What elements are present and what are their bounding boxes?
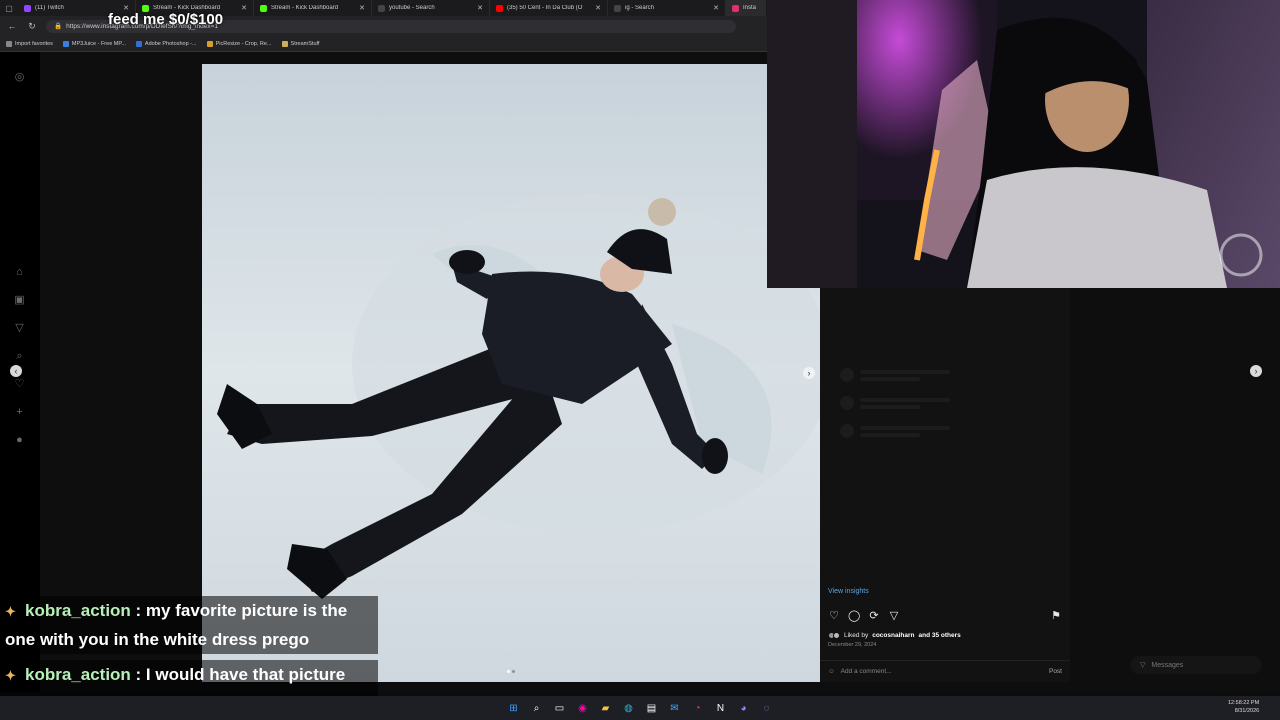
browser-tab[interactable]: ig - Search ✕ [608, 0, 726, 16]
store-icon[interactable]: ▤ [644, 700, 660, 716]
snow-angel-photo [202, 64, 820, 682]
likes-line: Liked by cocosnaiharn and 35 others [828, 632, 961, 639]
chat-username: kobra_action [25, 665, 131, 684]
comment-skeleton-avatar [840, 396, 854, 410]
window-menu-icon[interactable]: ▢ [0, 0, 18, 16]
bookmark-item[interactable]: PicResize - Crop, Re... [206, 40, 272, 47]
bookmark-icon [6, 40, 12, 47]
create-icon[interactable]: + [13, 406, 26, 419]
next-post-arrow-icon[interactable]: › [1250, 365, 1262, 377]
post-date: December 29, 2024 [828, 642, 877, 648]
comment-bar: ☺ Add a comment... Post [820, 660, 1070, 682]
send-icon: ▽ [1140, 662, 1146, 669]
kick-icon [260, 4, 267, 12]
liker-username[interactable]: cocosnaiharn [872, 632, 914, 639]
search-icon [378, 4, 385, 12]
mail-icon[interactable]: ✉ [667, 700, 683, 716]
back-icon[interactable]: ← [6, 21, 18, 31]
bookmark-item[interactable]: StreamStuff [281, 40, 319, 47]
browser-tab[interactable]: (35) 50 Cent - In Da Club (O ✕ [490, 0, 608, 16]
comment-skeleton-line [860, 405, 920, 409]
chat-message: ✦ kobra_action : my favorite picture is t… [0, 596, 378, 654]
emoji-icon[interactable]: ☺ [828, 668, 835, 675]
comment-icon[interactable]: ◯ [848, 610, 860, 622]
profile-icon[interactable]: ● [13, 434, 26, 447]
reels-icon[interactable]: ▣ [13, 294, 26, 307]
system-clock[interactable]: 12:58:22 PM 8/31/2026 [1228, 699, 1259, 715]
carousel-dot [512, 670, 515, 673]
bookmark-item[interactable]: Import favorites [6, 40, 53, 47]
app-icon[interactable]: ◌ [759, 700, 775, 716]
post-details-panel: View insights ♡ ◯ ⟳ ▽ ⚑ Liked by cocosna… [820, 288, 1070, 682]
donation-goal-overlay: feed me $0/$100 [108, 11, 224, 28]
comment-skeleton-line [860, 433, 920, 437]
bookmark-icon [206, 40, 213, 47]
comment-skeleton-avatar [840, 424, 854, 438]
notifications-icon[interactable]: ♡ [13, 378, 26, 391]
post-photo [202, 64, 820, 682]
streamer-webcam-image [767, 0, 1280, 288]
likes-count-link[interactable]: and 35 others [918, 632, 960, 639]
close-tab-icon[interactable]: ✕ [477, 4, 483, 12]
bookmark-item[interactable]: Adobe Photoshop -... [135, 40, 197, 47]
close-tab-icon[interactable]: ✕ [595, 4, 601, 12]
next-image-arrow-icon[interactable]: › [803, 367, 815, 379]
close-tab-icon[interactable]: ✕ [359, 4, 365, 12]
windows-taskbar: ⊞ ⌕ ▭ ◉ ▰ ◍ ▤ ✉ ◔ N ◕ ◌ [0, 696, 1280, 720]
youtube-icon [496, 4, 503, 12]
search-icon[interactable]: ⌕ [529, 700, 545, 716]
like-heart-icon[interactable]: ♡ [828, 610, 840, 622]
carousel-dot-active [507, 670, 510, 673]
comment-input[interactable]: Add a comment... [841, 668, 892, 675]
windows-start-icon[interactable]: ⊞ [506, 700, 522, 716]
browser-tab[interactable]: youtube - Search ✕ [372, 0, 490, 16]
previous-post-arrow-icon[interactable]: ‹ [10, 365, 22, 377]
refresh-icon[interactable]: ↻ [26, 21, 38, 32]
post-comment-button[interactable]: Post [1049, 668, 1062, 675]
close-tab-icon[interactable]: ✕ [713, 4, 719, 12]
chrome-icon[interactable]: ◔ [690, 700, 706, 716]
bookmarks-bar: Import favorites MP3Juice - Free MP... A… [0, 36, 767, 52]
lock-icon: 🔒 [54, 23, 63, 30]
chat-username: kobra_action [25, 601, 131, 620]
edge-browser-icon[interactable]: ◍ [621, 700, 637, 716]
search-icon [614, 4, 621, 12]
browser-tab-active[interactable]: Insta [726, 0, 766, 16]
comment-skeleton-line [860, 398, 950, 402]
discord-icon[interactable]: ◕ [736, 700, 752, 716]
comment-skeleton-line [860, 370, 950, 374]
folder-icon [281, 40, 288, 47]
flexed-arm-badge-icon: ✦ [5, 603, 16, 619]
close-tab-icon[interactable]: ✕ [241, 4, 247, 12]
bookmark-icon [62, 40, 69, 47]
home-icon[interactable]: ⌂ [13, 266, 26, 279]
repost-icon[interactable]: ⟳ [868, 610, 880, 622]
comment-skeleton-line [860, 377, 920, 381]
file-explorer-icon[interactable]: ▰ [598, 700, 614, 716]
bookmark-icon [135, 40, 142, 47]
instagram-icon [732, 4, 739, 12]
view-insights-link[interactable]: View insights [828, 588, 869, 595]
notion-icon[interactable]: N [713, 700, 729, 716]
comment-skeleton-line [860, 426, 950, 430]
bookmark-item[interactable]: MP3Juice - Free MP... [62, 40, 126, 47]
browser-tab[interactable]: Stream - Kick Dashboard ✕ [254, 0, 372, 16]
webcam-feed [767, 0, 1280, 288]
comment-skeleton-avatar [840, 368, 854, 382]
share-icon[interactable]: ▽ [888, 610, 900, 622]
messages-icon[interactable]: ▽ [13, 322, 26, 335]
bookmark-save-icon[interactable]: ⚑ [1050, 610, 1062, 622]
twitch-icon [24, 4, 31, 12]
flexed-arm-badge-icon: ✦ [5, 667, 16, 683]
messages-pill[interactable]: ▽ Messages [1130, 656, 1262, 674]
search-icon[interactable]: ⌕ [13, 350, 26, 363]
task-view-icon[interactable]: ▭ [552, 700, 568, 716]
copilot-icon[interactable]: ◉ [575, 700, 591, 716]
liker-avatar [833, 632, 840, 639]
instagram-logo-icon[interactable]: ◎ [13, 71, 26, 84]
